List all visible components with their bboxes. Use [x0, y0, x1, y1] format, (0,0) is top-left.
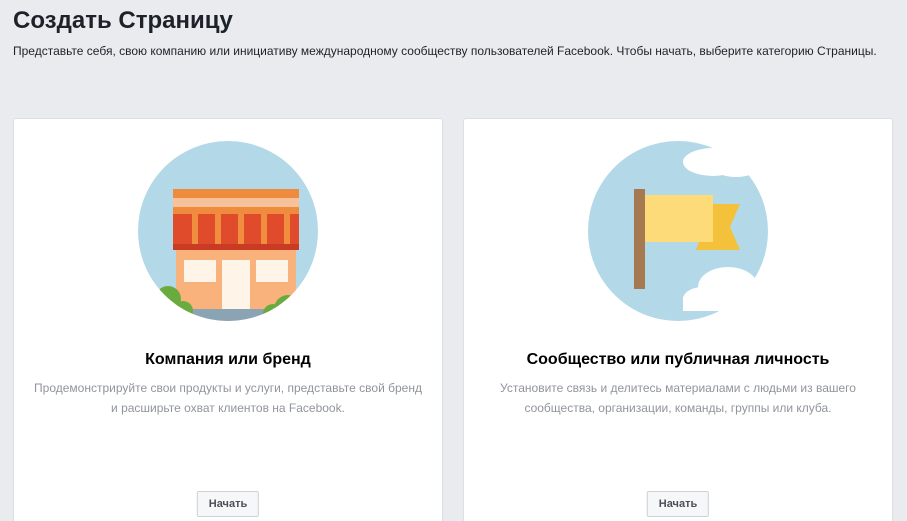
card-description: Установите связь и делитесь материалами …: [500, 381, 856, 415]
create-page-screen: Создать Страницу Представьте себя, свою …: [0, 0, 907, 521]
start-community-button[interactable]: Начать: [646, 491, 710, 517]
flag-icon: [588, 141, 773, 321]
page-description: Представьте себя, свою компанию или иниц…: [13, 44, 877, 58]
card-title: Компания или бренд: [145, 351, 311, 368]
community-public-figure-card[interactable]: Сообщество или публичная личность Устано…: [463, 118, 893, 521]
business-brand-card[interactable]: Компания или бренд Продемонстрируйте сво…: [13, 118, 443, 521]
storefront-icon: [138, 141, 318, 321]
start-business-button[interactable]: Начать: [196, 491, 260, 517]
card-title: Сообщество или публичная личность: [526, 351, 830, 368]
page-title: Создать Страницу: [13, 7, 233, 34]
card-description: Продемонстрируйте свои продукты и услуги…: [34, 381, 422, 415]
